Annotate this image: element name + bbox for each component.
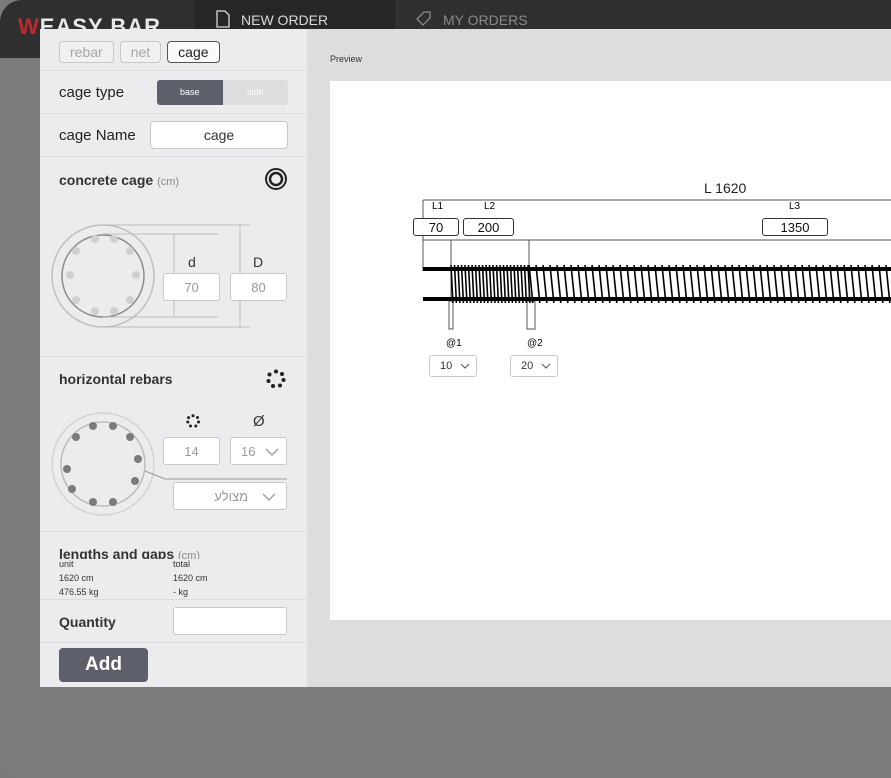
cage-name-row: cage Name cage [40,114,307,157]
product-type-chips: rebar net cage [40,29,307,71]
cage-cross-section-diagram [51,224,250,328]
document-icon [215,9,231,31]
cage-elevation-drawing [422,199,891,330]
tag-icon [415,10,433,31]
rebar-type-value: מצולע [214,488,248,504]
segment-l3-input[interactable]: 1350 [762,218,828,236]
tab-my-orders-label: MY ORDERS [443,12,528,28]
cage-type-base[interactable]: base [157,79,223,105]
rebar-type-select[interactable]: מצולע [173,482,287,510]
quantity-label: Quantity [59,614,116,630]
rebar-count-input[interactable]: 14 [163,437,220,465]
quantity-input[interactable] [173,607,287,635]
preview-canvas: L 1620 L1 L2 L3 70 200 1350 @1 @2 10 20 [330,81,891,620]
rebar-count-icon [186,414,200,433]
summary-unit-length: 1620 cm [59,573,94,583]
tab-new-order-label: NEW ORDER [241,12,329,28]
outer-diameter-label: D [253,254,264,270]
spacing-2-value: 20 [521,360,534,372]
cage-type-label: cage type [59,83,125,101]
chevron-down-icon [265,444,279,459]
chip-rebar[interactable]: rebar [59,41,114,63]
chip-net[interactable]: net [119,41,162,63]
chip-cage[interactable]: cage [167,41,220,63]
preview-area: Preview L 1620 L1 L2 L3 70 200 1350 @1 @… [307,29,891,687]
quantity-row: Quantity [40,599,307,643]
cage-name-input[interactable]: cage [150,121,288,149]
order-form-panel: rebar net cage cage type base side cage … [40,29,307,687]
add-button[interactable]: Add [59,648,148,682]
summary-unit-weight: 476.55 kg [59,587,99,597]
order-summary: unit total 1620 cm 1620 cm 476.55 kg - k… [40,559,307,599]
rebar-diameter-select[interactable]: 16 [230,437,287,465]
horizontal-rebars-title: horizontal rebars [59,371,173,387]
cage-type-row: cage type base side [40,71,307,114]
spacing-1-value: 10 [440,360,453,372]
spacing-1-select[interactable]: 10 [429,355,477,377]
diameter-symbol: Ø [253,413,265,430]
spacing-2-label: @2 [527,338,543,349]
chevron-down-icon [262,489,276,504]
segment-l1-label: L1 [432,201,444,212]
chevron-down-icon [541,360,551,372]
segment-l2-input[interactable]: 200 [463,218,514,236]
inner-diameter-input[interactable]: 70 [163,273,220,301]
chevron-down-icon [460,360,470,372]
segment-l2-label: L2 [484,201,496,212]
outer-diameter-input[interactable]: 80 [230,273,287,301]
summary-unit-label: unit [59,559,74,569]
horizontal-rebars-section: horizontal rebars Ø 14 16 מצולע [40,357,307,532]
segment-l1-input[interactable]: 70 [413,218,459,236]
cage-type-side[interactable]: side [223,80,289,105]
rebar-ring-icon[interactable] [266,369,286,394]
spacing-2-select[interactable]: 20 [510,355,558,377]
concrete-cage-section: concrete cage (cm) d D 70 80 [40,157,307,357]
rebar-diameter-value: 16 [241,443,256,459]
cage-name-label: cage Name [59,126,136,144]
circle-target-icon[interactable] [264,167,288,196]
spacing-1-label: @1 [446,338,462,349]
summary-total-label: total [173,559,191,569]
summary-total-length: 1620 cm [173,573,208,583]
summary-total-weight: - kg [173,587,189,597]
concrete-cage-title: concrete cage (cm) [59,172,180,188]
inner-diameter-label: d [188,254,196,270]
segment-l3-label: L3 [789,201,801,212]
cage-type-toggle: base side [157,79,289,105]
preview-title: Preview [330,54,363,64]
